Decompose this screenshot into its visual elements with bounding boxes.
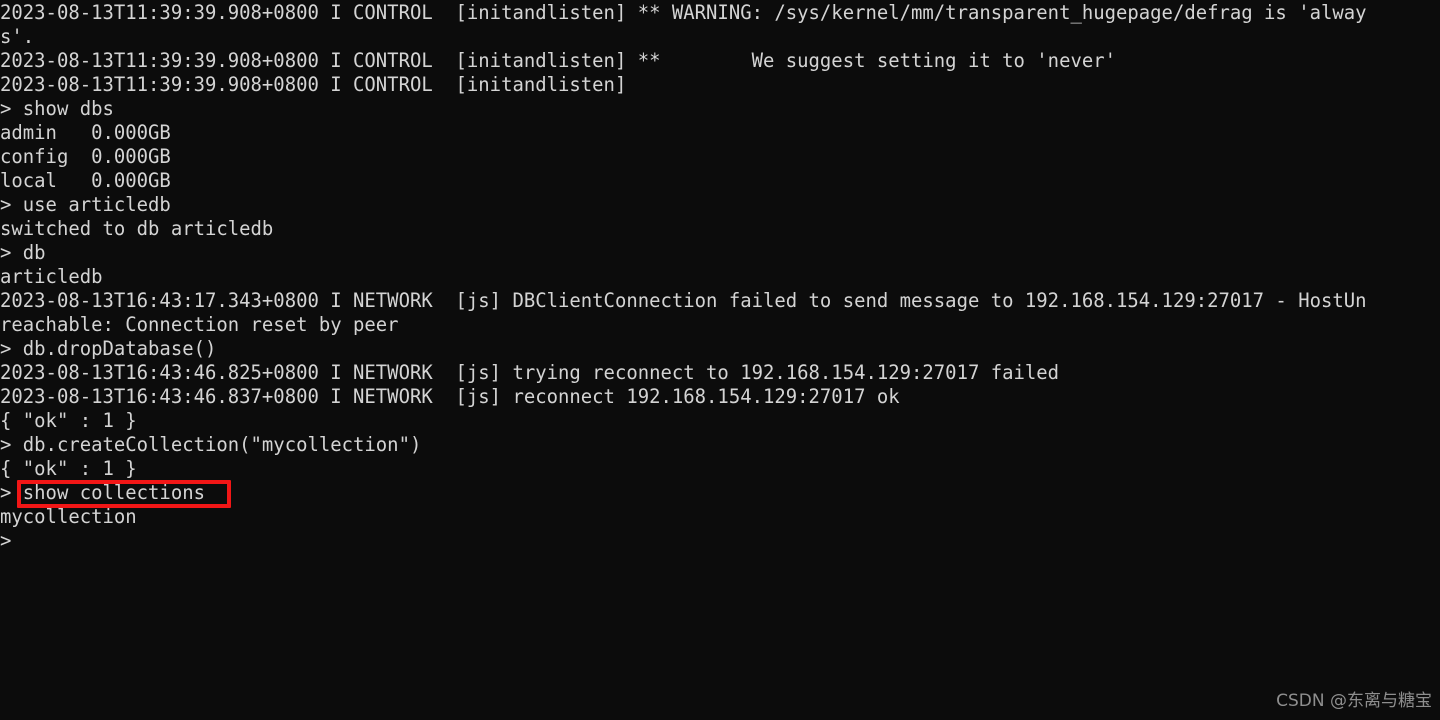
terminal-line: reachable: Connection reset by peer bbox=[0, 313, 399, 336]
terminal-prompt-line[interactable]: > bbox=[0, 529, 1397, 553]
terminal-line: { "ok" : 1 } bbox=[0, 457, 137, 480]
terminal-line-command: > db.dropDatabase() bbox=[0, 337, 217, 360]
terminal-line: 2023-08-13T16:43:46.837+0800 I NETWORK [… bbox=[0, 385, 900, 408]
terminal-line: 2023-08-13T11:39:39.908+0800 I CONTROL [… bbox=[0, 73, 627, 96]
terminal-line: { "ok" : 1 } bbox=[0, 409, 137, 432]
terminal-line: mycollection bbox=[0, 505, 137, 528]
terminal-line-command-highlighted: > show collections bbox=[0, 481, 205, 504]
terminal-line: 2023-08-13T16:43:17.343+0800 I NETWORK [… bbox=[0, 289, 1367, 312]
terminal-line-command: > db bbox=[0, 241, 46, 264]
terminal-line: 2023-08-13T11:39:39.908+0800 I CONTROL [… bbox=[0, 1, 1367, 24]
terminal-line: 2023-08-13T16:43:46.825+0800 I NETWORK [… bbox=[0, 361, 1060, 384]
terminal-line-command: > use articledb bbox=[0, 193, 171, 216]
terminal-line: switched to db articledb bbox=[0, 217, 274, 240]
terminal-line: local 0.000GB bbox=[0, 169, 171, 192]
terminal-window[interactable]: 2023-08-13T11:39:39.908+0800 I CONTROL [… bbox=[0, 0, 1440, 720]
watermark-label: CSDN @东离与糖宝 bbox=[1276, 691, 1432, 711]
terminal-line: 2023-08-13T11:39:39.908+0800 I CONTROL [… bbox=[0, 49, 1117, 72]
terminal-line-command: > db.createCollection("mycollection") bbox=[0, 433, 422, 456]
terminal-output[interactable]: 2023-08-13T11:39:39.908+0800 I CONTROL [… bbox=[0, 0, 1440, 553]
terminal-line: admin 0.000GB bbox=[0, 121, 171, 144]
terminal-line: config 0.000GB bbox=[0, 145, 171, 168]
terminal-line-command: > show dbs bbox=[0, 97, 114, 120]
terminal-line: articledb bbox=[0, 265, 103, 288]
terminal-line: s'. bbox=[0, 25, 35, 48]
